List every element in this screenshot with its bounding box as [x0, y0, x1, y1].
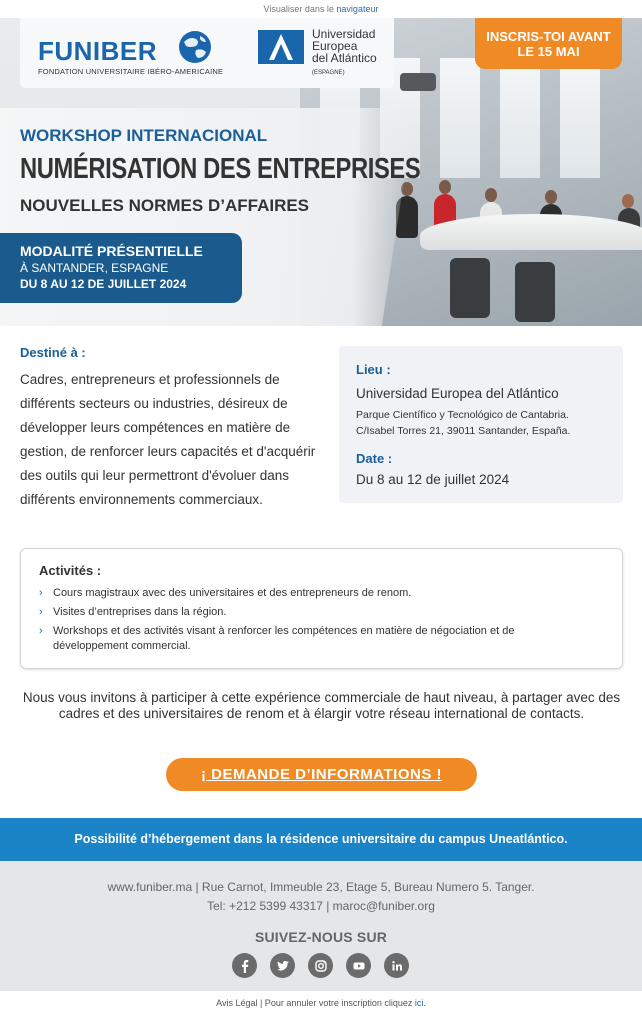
- hero-title: NUMÉRISATION DES ENTREPRISES: [20, 153, 421, 185]
- activities-box: Activités : › Cours magistraux avec des u…: [20, 548, 623, 669]
- view-in-browser-link[interactable]: navigateur: [336, 4, 378, 14]
- chevron-right-icon: ›: [39, 587, 43, 599]
- workshop-kicker: WORKSHOP INTERNACIONAL: [20, 126, 268, 145]
- modality-dates: DU 8 AU 12 DE JUILLET 2024: [20, 277, 187, 291]
- request-info-button[interactable]: ¡ DEMANDE D’INFORMATIONS !: [166, 758, 477, 791]
- chevron-right-icon: ›: [39, 606, 43, 618]
- uea-logo-text: Universidad Europea del Atlántico: [312, 27, 377, 65]
- date-label: Date :: [356, 451, 393, 466]
- accommodation-banner: Possibilité d’hébergement dans la réside…: [0, 818, 642, 861]
- globe-icon: [179, 31, 211, 63]
- uea-logo-subtitle: (ESPAGNE): [312, 70, 345, 76]
- invitation-text: Nous vous invitons à participer à cette …: [22, 690, 621, 721]
- facebook-icon[interactable]: [232, 953, 257, 978]
- funiber-logo-text: FUNIBER: [38, 36, 158, 66]
- event-info-card: Lieu : Universidad Europea del Atlántico…: [339, 346, 623, 503]
- modality-box: MODALITÉ PRÉSENTIELLE À SANTANDER, ESPAG…: [0, 233, 242, 303]
- list-item: › Visites d’entreprises dans la région.: [39, 606, 227, 618]
- venue-name: Universidad Europea del Atlántico: [356, 386, 559, 401]
- audience-text: Cadres, entrepreneurs et professionnels …: [20, 372, 316, 507]
- instagram-icon[interactable]: [308, 953, 333, 978]
- legal-line: Avis Légal | Pour annuler votre inscript…: [216, 998, 426, 1008]
- modality-label: MODALITÉ PRÉSENTIELLE: [20, 243, 203, 259]
- activities-label: Activités :: [39, 563, 102, 578]
- venue-label: Lieu :: [356, 362, 391, 377]
- footer-contact: www.funiber.ma | Rue Carnot, Immeuble 23…: [107, 880, 535, 913]
- modality-location: À SANTANDER, ESPAGNE: [20, 261, 169, 275]
- logo-box: FUNIBER FONDATION UNIVERSITAIRE IBÉRO-AM…: [20, 18, 394, 88]
- youtube-icon[interactable]: [346, 953, 371, 978]
- chevron-right-icon: ›: [39, 625, 43, 637]
- audience-label: Destiné à :: [20, 345, 86, 360]
- funiber-logo-subtitle: FONDATION UNIVERSITAIRE IBÉRO-AMERICAINE: [38, 67, 224, 76]
- view-in-browser-bar: Visualiser dans le navigateur: [0, 0, 642, 18]
- linkedin-icon[interactable]: [384, 953, 409, 978]
- register-before-badge[interactable]: INSCRIS-TOI AVANT LE 15 MAI: [475, 18, 622, 69]
- list-item: › Workshops et des activités visant à ren…: [39, 625, 515, 652]
- footer: www.funiber.ma | Rue Carnot, Immeuble 23…: [0, 861, 642, 991]
- hero-subtitle: NOUVELLES NORMES D’AFFAIRES: [20, 196, 310, 215]
- twitter-icon[interactable]: [270, 953, 295, 978]
- date-value: Du 8 au 12 de juillet 2024: [356, 472, 510, 487]
- uea-logo-icon: [258, 30, 304, 64]
- view-in-browser-text: Visualiser dans le: [263, 4, 337, 14]
- social-links: [232, 953, 409, 978]
- follow-us-label: SUIVEZ-NOUS SUR: [254, 929, 388, 945]
- list-item: › Cours magistraux avec des universitaire…: [39, 587, 412, 599]
- unsubscribe-link[interactable]: ici.: [415, 998, 426, 1008]
- venue-address: Parque Científico y Tecnológico de Canta…: [356, 409, 571, 437]
